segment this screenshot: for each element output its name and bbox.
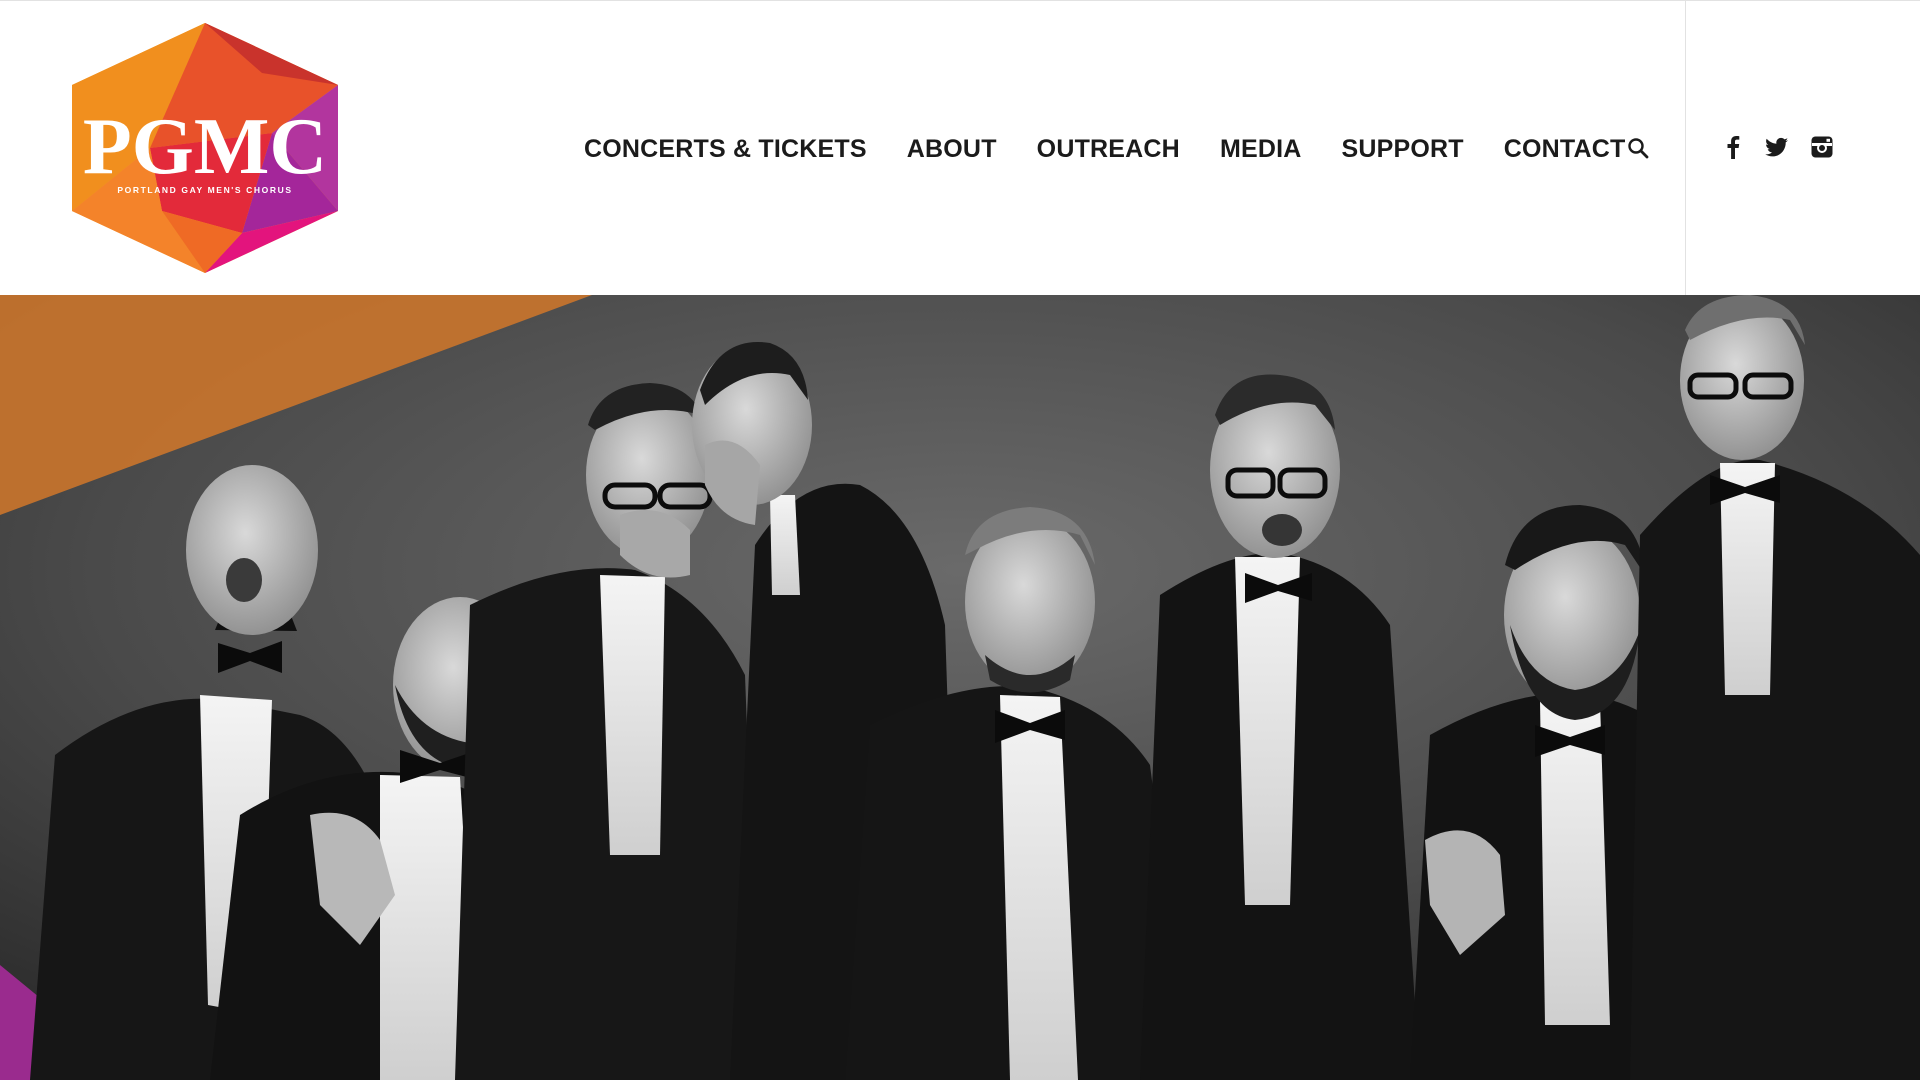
search-icon[interactable] [1627, 137, 1649, 159]
facebook-icon[interactable] [1720, 134, 1746, 160]
pgmc-logo[interactable]: PGMC PORTLAND GAY MEN'S CHORUS [72, 23, 338, 273]
header-divider [1685, 1, 1686, 296]
nav-item-contact[interactable]: CONTACT [1504, 135, 1626, 164]
site-header: PGMC PORTLAND GAY MEN'S CHORUS CONCERTS … [0, 0, 1920, 296]
nav-item-outreach[interactable]: OUTREACH [1037, 135, 1180, 164]
logo-subtext: PORTLAND GAY MEN'S CHORUS [117, 185, 292, 195]
nav-item-about[interactable]: ABOUT [907, 135, 997, 164]
nav-item-concerts-tickets[interactable]: CONCERTS & TICKETS [584, 135, 867, 164]
twitter-icon[interactable] [1764, 134, 1790, 160]
hero-photo [0, 295, 1920, 1080]
instagram-icon[interactable] [1809, 134, 1835, 160]
main-nav: CONCERTS & TICKETS ABOUT OUTREACH MEDIA … [584, 131, 1666, 167]
hero-banner [0, 295, 1920, 1080]
nav-item-support[interactable]: SUPPORT [1342, 135, 1464, 164]
nav-item-media[interactable]: MEDIA [1220, 135, 1302, 164]
logo-wordmark: PGMC [83, 103, 327, 191]
